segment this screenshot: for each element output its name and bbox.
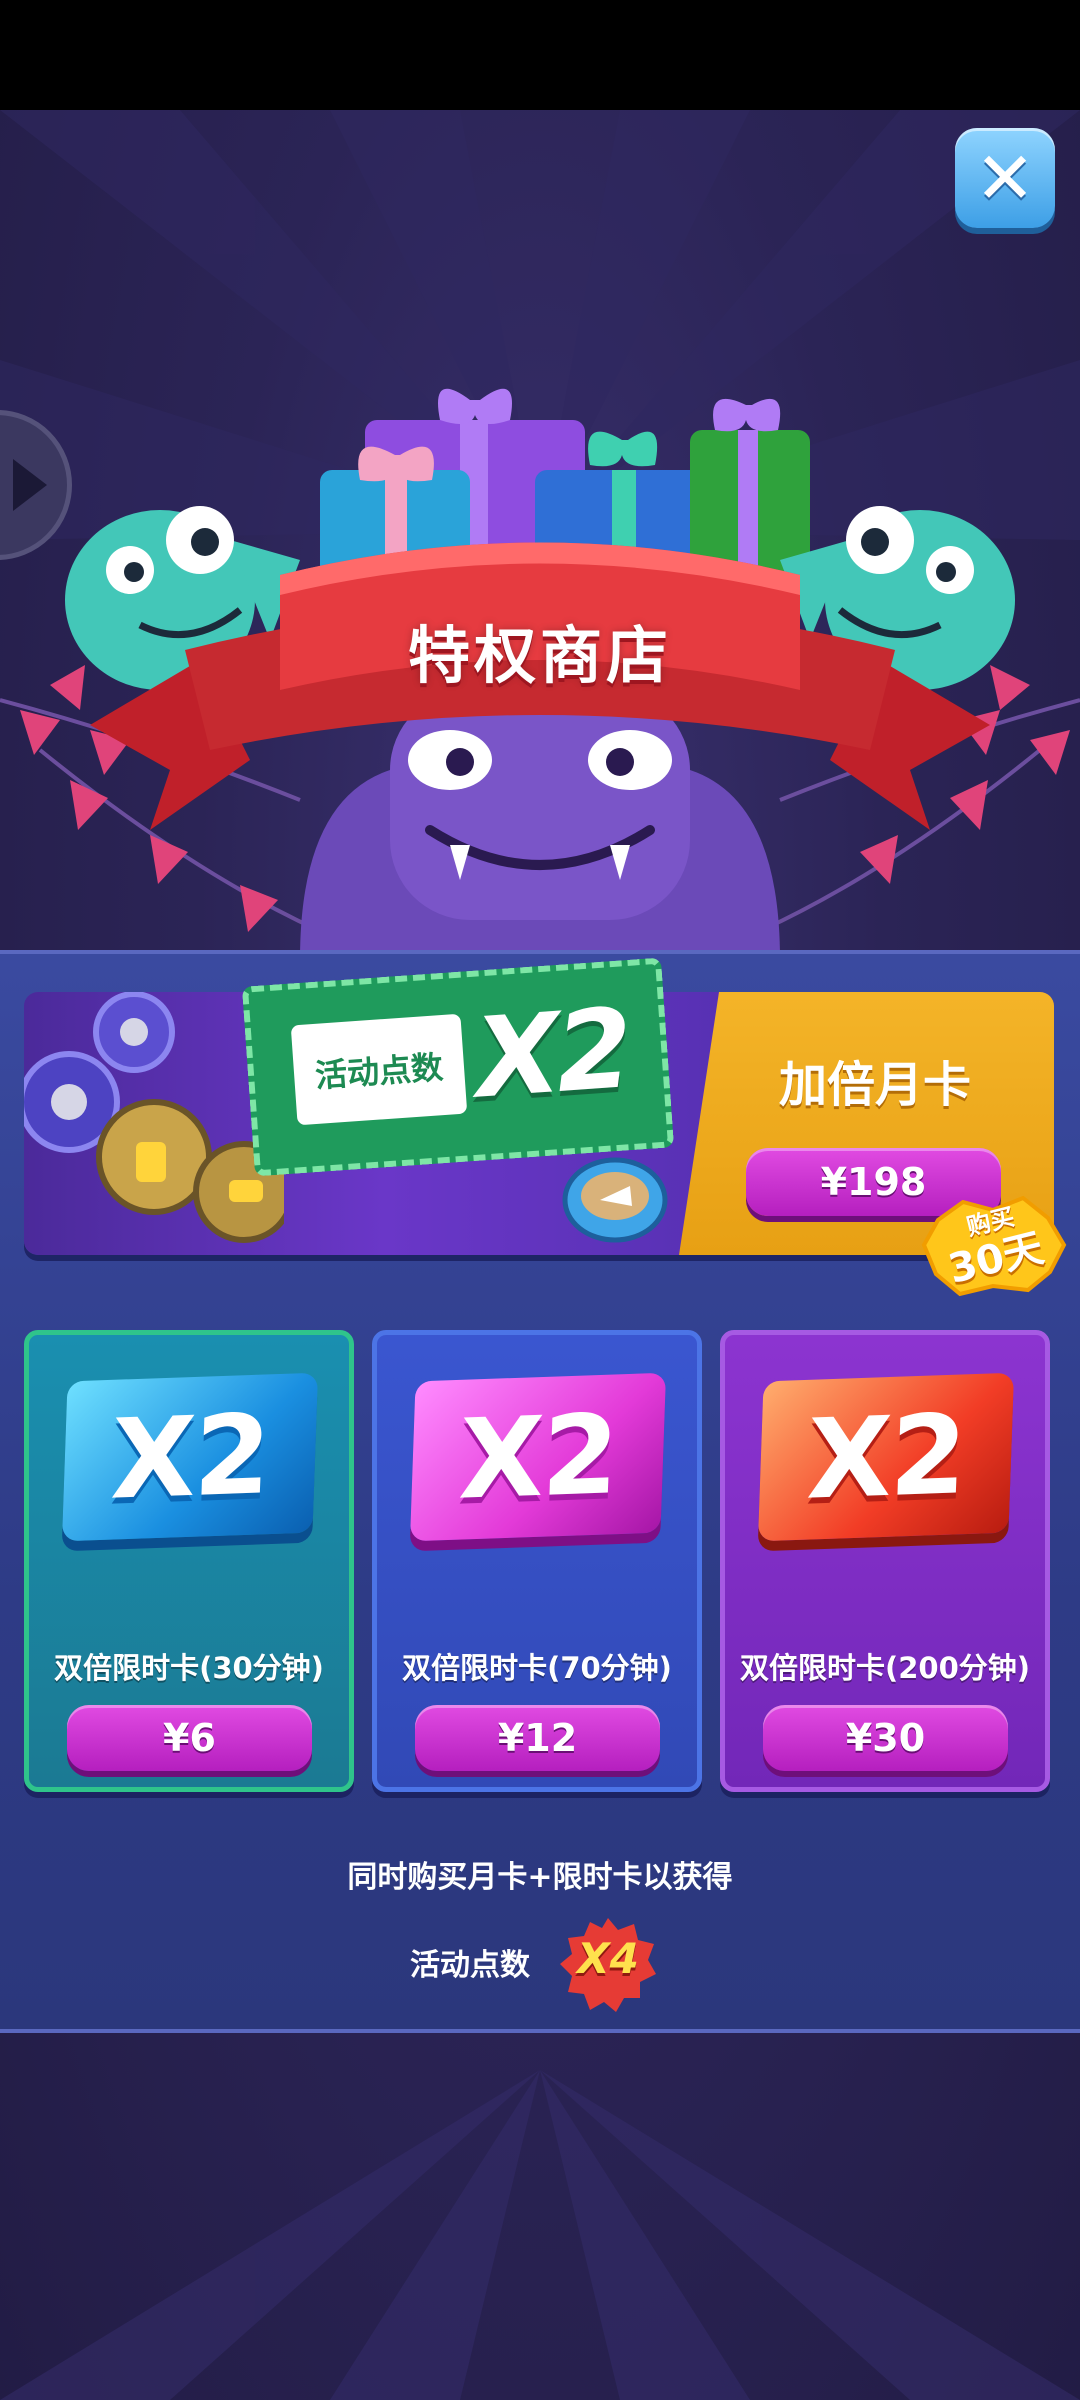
x2-tile: X2 <box>61 1372 319 1542</box>
timed-card-70min[interactable]: X2 双倍限时卡(70分钟) ¥12 <box>372 1330 702 1792</box>
status-bar <box>0 0 1080 110</box>
timed-card-label: 双倍限时卡(70分钟) <box>402 1651 672 1685</box>
timed-card-200min[interactable]: X2 双倍限时卡(200分钟) ¥30 <box>720 1330 1050 1792</box>
token-icon <box>562 1157 668 1243</box>
timed-card-price-button[interactable]: ¥12 <box>415 1705 660 1771</box>
points-label: 活动点数 <box>410 1948 530 1983</box>
x2-tile: X2 <box>409 1372 667 1542</box>
close-icon: ✕ <box>974 136 1036 220</box>
timed-card-price-button[interactable]: ¥6 <box>67 1705 312 1771</box>
ticket-multiplier: X2 <box>471 984 633 1123</box>
combo-info-text: 同时购买月卡+限时卡以获得 <box>347 1860 733 1895</box>
timed-card-label: 双倍限时卡(200分钟) <box>739 1651 1031 1685</box>
ticket-label: 活动点数 <box>290 1013 468 1126</box>
timed-card-30min[interactable]: X2 双倍限时卡(30分钟) ¥6 <box>24 1330 354 1792</box>
timed-card-price-button[interactable]: ¥30 <box>763 1705 1008 1771</box>
close-button[interactable]: ✕ <box>955 128 1055 228</box>
shop-title: 特权商店 <box>407 619 672 692</box>
x4-multiplier: X4 <box>577 1934 639 1983</box>
points-x2-ticket: 活动点数 X2 <box>241 957 675 1177</box>
timed-card-label: 双倍限时卡(30分钟) <box>54 1651 324 1685</box>
x2-tile: X2 <box>757 1372 1015 1542</box>
monthly-card-title: 加倍月卡 <box>778 1057 971 1113</box>
